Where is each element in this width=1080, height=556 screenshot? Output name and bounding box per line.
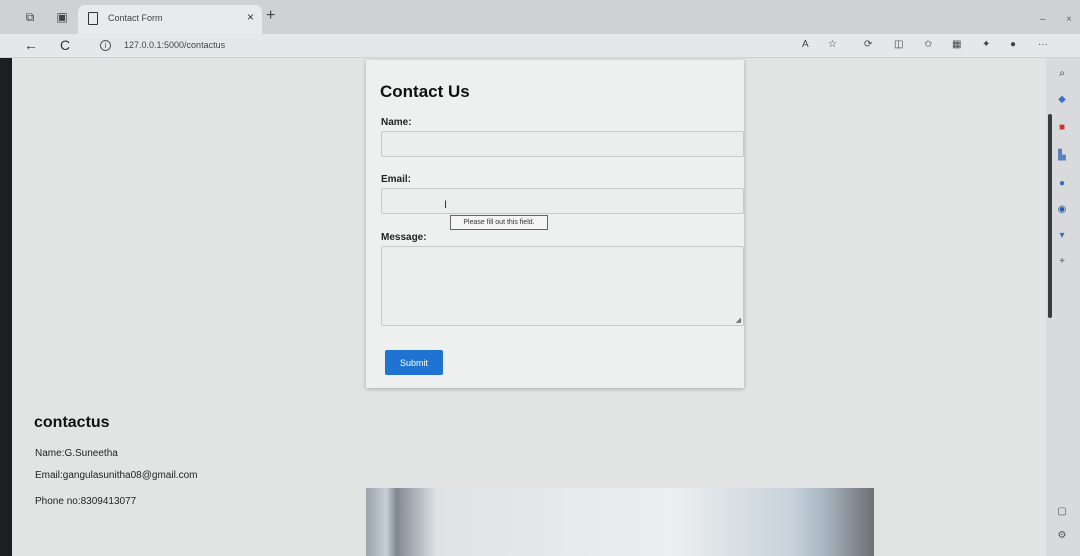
message-textarea[interactable]: ◢ bbox=[381, 246, 744, 326]
tab-title: Contact Form bbox=[108, 13, 163, 23]
refresh-icon[interactable]: ⟳ bbox=[864, 39, 872, 51]
browser-sidebar: ⌕ ◆ ■ ▙ ● ◉ ▾ + ▢ ⚙ bbox=[1046, 58, 1080, 556]
more-menu-icon[interactable]: ··· bbox=[1038, 39, 1048, 51]
shopping-icon[interactable]: ■ bbox=[1056, 122, 1068, 134]
tab-contact-form[interactable]: Contact Form × bbox=[78, 5, 262, 34]
workspaces-icon[interactable]: ⧉ bbox=[22, 10, 38, 24]
contact-email: Email:gangulasunitha08@gmail.com bbox=[35, 470, 198, 481]
gear-icon[interactable]: ⚙ bbox=[1056, 530, 1068, 542]
validation-tooltip: Please fill out this field. bbox=[450, 215, 548, 230]
name-input[interactable] bbox=[381, 131, 744, 157]
blurred-image bbox=[366, 488, 874, 556]
games-icon[interactable]: ● bbox=[1056, 178, 1068, 190]
read-aloud-icon[interactable]: A bbox=[802, 39, 809, 51]
outlook-icon[interactable]: ▾ bbox=[1056, 230, 1068, 242]
name-label: Name: bbox=[381, 117, 412, 128]
collections-icon[interactable]: ▦ bbox=[952, 39, 961, 51]
site-info-icon[interactable]: i bbox=[100, 40, 111, 51]
reload-button[interactable]: C bbox=[60, 37, 70, 53]
extensions-icon[interactable]: ✦ bbox=[982, 39, 990, 51]
email-label: Email: bbox=[381, 174, 412, 185]
url-field[interactable]: 127.0.0.1:5000/contactus bbox=[124, 40, 225, 50]
message-label: Message: bbox=[381, 232, 427, 243]
form-title: Contact Us bbox=[380, 82, 470, 101]
close-window-button[interactable]: × bbox=[1066, 14, 1072, 25]
sidebar-settings-icon[interactable]: ▢ bbox=[1056, 506, 1068, 518]
new-tab-button[interactable]: + bbox=[266, 8, 275, 24]
search-icon[interactable]: ⌕ bbox=[1056, 68, 1068, 80]
contact-info-heading: contactus bbox=[34, 414, 110, 431]
page-icon bbox=[88, 12, 98, 25]
page-scrollbar[interactable] bbox=[1048, 114, 1052, 318]
text-cursor-icon: I bbox=[444, 199, 448, 211]
contact-name: Name:G.Suneetha bbox=[35, 448, 118, 459]
back-button[interactable]: ← bbox=[24, 37, 38, 53]
office-icon[interactable]: ◉ bbox=[1056, 204, 1068, 216]
browser-tab-bar: ⧉ ▣ Contact Form × + – × bbox=[0, 0, 1080, 34]
address-bar: ← C i 127.0.0.1:5000/contactus A ☆ ⟳ ◫ ✩… bbox=[0, 34, 1080, 58]
tools-icon[interactable]: ▙ bbox=[1056, 150, 1068, 162]
contact-form-card: Contact Us Name: Email: I Please fill ou… bbox=[366, 60, 744, 388]
add-sidebar-icon[interactable]: + bbox=[1056, 256, 1068, 268]
tab-close-icon[interactable]: × bbox=[247, 10, 254, 24]
minimize-button[interactable]: – bbox=[1040, 14, 1046, 25]
profile-icon[interactable]: ● bbox=[1010, 39, 1016, 51]
page-content: Contact Us Name: Email: I Please fill ou… bbox=[12, 58, 1046, 556]
contact-phone: Phone no:8309413077 bbox=[35, 496, 137, 507]
tag-icon[interactable]: ◆ bbox=[1056, 94, 1068, 106]
email-input[interactable] bbox=[381, 188, 744, 214]
submit-button[interactable]: Submit bbox=[385, 350, 443, 375]
resize-handle-icon[interactable]: ◢ bbox=[736, 316, 741, 324]
favorite-star-icon[interactable]: ☆ bbox=[828, 39, 837, 51]
favorites-icon[interactable]: ✩ bbox=[924, 39, 932, 51]
split-screen-icon[interactable]: ◫ bbox=[894, 39, 903, 51]
tab-actions-icon[interactable]: ▣ bbox=[54, 10, 70, 24]
